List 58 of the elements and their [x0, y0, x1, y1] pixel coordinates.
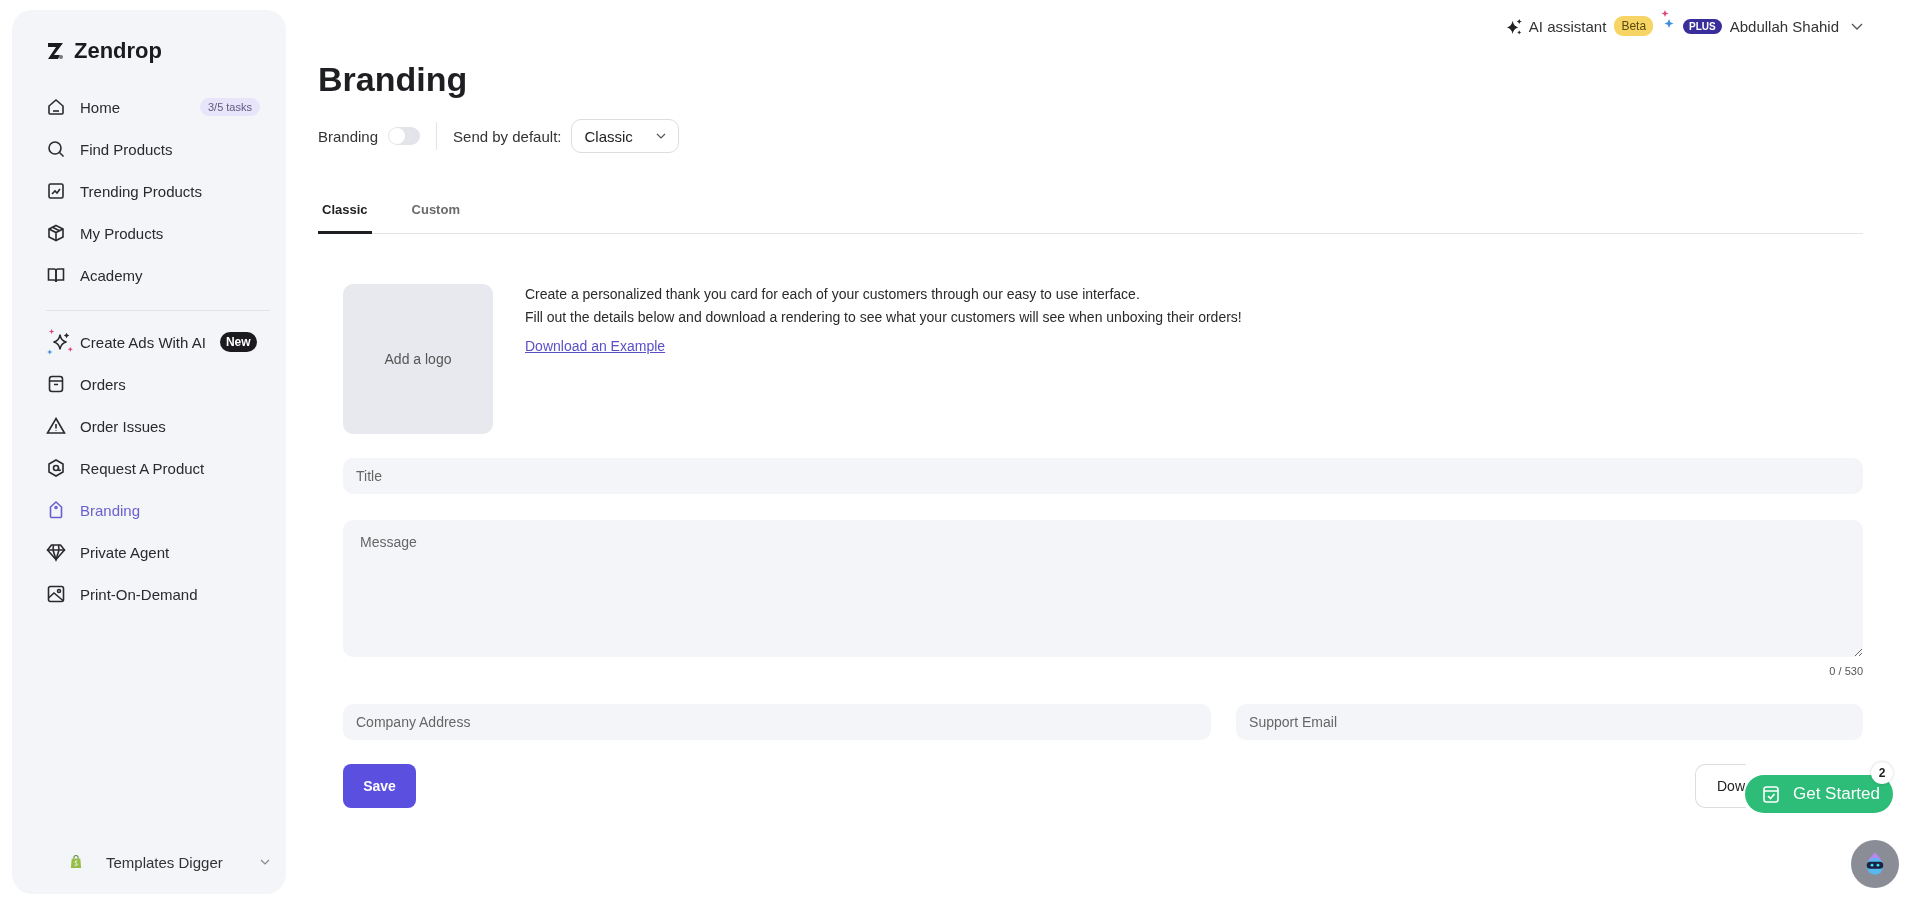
logo-icon	[46, 41, 66, 61]
cube-icon	[46, 223, 66, 243]
chevron-down-icon	[260, 859, 270, 865]
title-field[interactable]: Title	[343, 458, 1863, 494]
tab[interactable]: Custom	[407, 194, 464, 234]
chevron-down-icon	[656, 133, 667, 139]
warning-icon	[46, 416, 66, 436]
sidebar-item[interactable]: Branding	[46, 489, 270, 531]
sidebar-badge: 3/5 tasks	[199, 98, 260, 116]
diamond-icon	[46, 542, 66, 562]
toggle-label: Branding	[318, 127, 379, 145]
character-count: 0 / 530	[1829, 665, 1863, 677]
store-switcher[interactable]: Templates Digger	[46, 840, 270, 884]
sidebar-badge: New	[219, 332, 257, 352]
dropdown[interactable]: Classic	[571, 119, 680, 153]
save-button[interactable]: Save	[343, 764, 416, 808]
image-icon	[46, 584, 66, 604]
sidebar-item[interactable]: Create Ads With AI New	[46, 321, 270, 363]
logo-text: Zendrop	[74, 38, 162, 64]
chevron-down-icon	[1851, 22, 1863, 30]
sidebar-item[interactable]: Print-On-Demand	[46, 573, 270, 615]
page-title: Branding	[318, 60, 469, 99]
select-label: Send by default:	[453, 127, 562, 145]
home-icon	[46, 97, 66, 117]
intro-text: Create a personalized thank you card for each of your customers through our easy to use interface.	[525, 286, 1140, 302]
notification-badge: 2	[1871, 762, 1893, 784]
sparkle-icon	[1505, 17, 1523, 35]
box-icon	[46, 374, 66, 394]
plan-badge: PLUS	[1683, 18, 1722, 34]
search-icon	[46, 139, 66, 159]
sparkle-icon	[46, 328, 74, 356]
email-field[interactable]: Support Email	[1236, 704, 1863, 740]
beta-badge: Beta	[1614, 16, 1654, 36]
clipboard-check-icon	[1761, 784, 1781, 804]
sidebar-item[interactable]: Order Issues	[46, 405, 270, 447]
sidebar-item[interactable]: Academy	[46, 254, 270, 296]
message-field[interactable]: Message	[343, 520, 1863, 657]
sidebar-item[interactable]: Trending Products	[46, 170, 270, 212]
download-button[interactable]: Dow	[1695, 764, 1746, 808]
intro-text: Fill out the details below and download a rendering to see what your customers will see when unboxing their orders!	[525, 309, 1242, 325]
chart-icon	[46, 181, 66, 201]
tab[interactable]: Classic	[318, 194, 372, 234]
at-sign-icon	[46, 458, 66, 478]
sidebar-item[interactable]: Find Products	[46, 128, 270, 170]
sidebar-item[interactable]: My Products	[46, 212, 270, 254]
toggle-switch[interactable]	[388, 127, 421, 145]
user-menu[interactable]: Abdullah Shahid	[1729, 17, 1863, 35]
book-icon	[46, 265, 66, 285]
address-field[interactable]: Company Address	[343, 704, 1212, 740]
download-example-link[interactable]: Download an Example	[525, 338, 666, 354]
logo-upload-area[interactable]: Add a logo	[343, 284, 493, 434]
sidebar-item[interactable]: Orders	[46, 363, 270, 405]
chat-bot-button[interactable]	[1851, 840, 1899, 888]
sidebar-item[interactable]: Home 3/5 tasks	[46, 86, 270, 128]
ai-assistant-button[interactable]: AI assistant	[1505, 17, 1607, 35]
sidebar-item[interactable]: Request A Product	[46, 447, 270, 489]
sidebar-item[interactable]: Private Agent	[46, 531, 270, 573]
shopping-bag-icon	[70, 855, 82, 869]
